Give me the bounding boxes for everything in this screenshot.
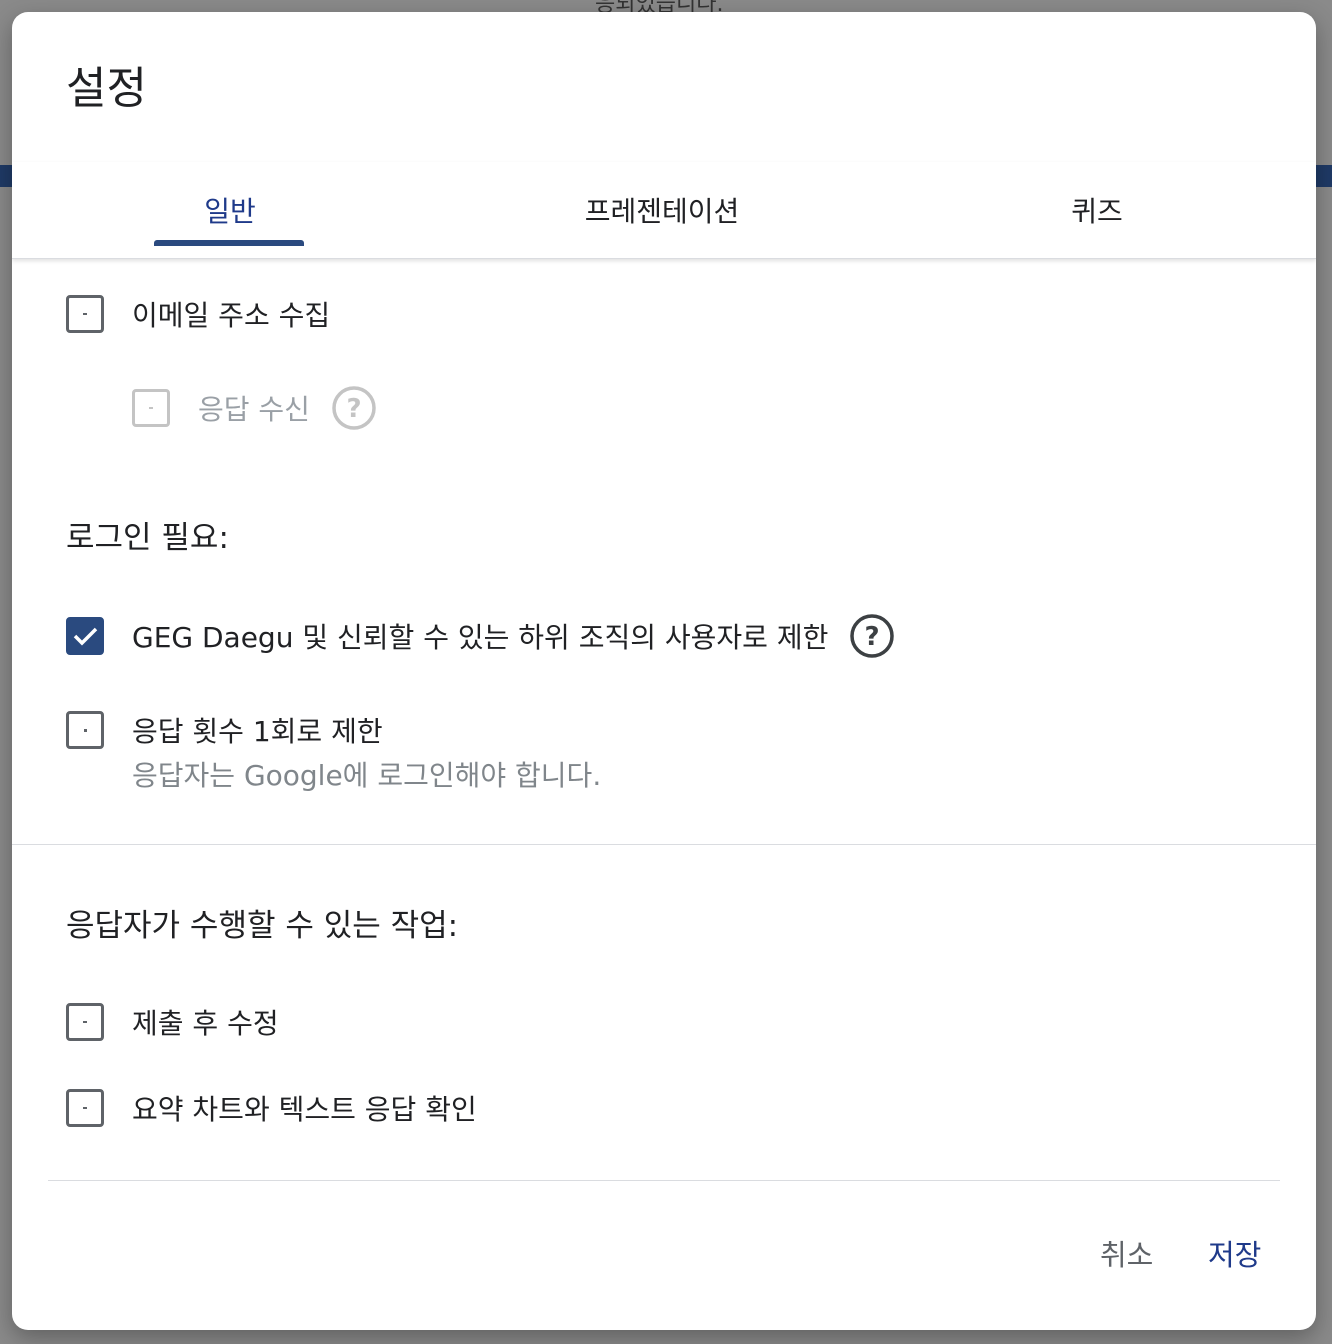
edit-after-submit-label: 제출 후 수정: [132, 1007, 279, 1040]
collect-email-label: 이메일 주소 수집: [132, 299, 331, 332]
see-summary-checkbox[interactable]: [66, 1089, 104, 1127]
response-receipt-option: 응답 수신 ?: [132, 386, 376, 430]
tab-quiz[interactable]: 퀴즈: [1012, 162, 1182, 258]
response-receipt-label: 응답 수신: [198, 393, 310, 426]
limit-one-response-checkbox[interactable]: [66, 711, 104, 749]
limit-one-response-sublabel: 응답자는 Google에 로그인해야 합니다.: [132, 759, 602, 792]
restrict-users-label: GEG Daegu 및 신뢰할 수 있는 하위 조직의 사용자로 제한: [132, 621, 829, 654]
login-required-heading: 로그인 필요:: [66, 520, 229, 556]
see-summary-option: 요약 차트와 텍스트 응답 확인: [66, 1088, 477, 1128]
footer-divider: [48, 1180, 1280, 1181]
active-tab-indicator: [154, 240, 304, 246]
collect-email-option: 이메일 주소 수집: [66, 294, 330, 334]
section-divider: [12, 844, 1316, 845]
help-icon[interactable]: ?: [332, 386, 376, 430]
settings-dialog: 설정 일반 프레젠테이션 퀴즈 이메일 주소 수집 응답 수신 ? 로그인 필요…: [12, 12, 1316, 1330]
svg-text:?: ?: [865, 622, 880, 652]
restrict-users-checkbox[interactable]: [66, 617, 104, 655]
see-summary-label: 요약 차트와 텍스트 응답 확인: [132, 1093, 477, 1126]
background-header-bar: [0, 165, 12, 187]
edit-after-submit-checkbox[interactable]: [66, 1003, 104, 1041]
restrict-users-option: GEG Daegu 및 신뢰할 수 있는 하위 조직의 사용자로 제한 ?: [66, 614, 895, 658]
limit-one-response-label: 응답 횟수 1회로 제한: [132, 715, 383, 748]
cancel-button[interactable]: 취소: [1100, 1232, 1153, 1274]
svg-text:?: ?: [346, 394, 361, 424]
edit-after-submit-option: 제출 후 수정: [66, 1002, 279, 1042]
limit-one-response-option: 응답 횟수 1회로 제한: [66, 710, 383, 750]
dialog-title: 설정: [66, 63, 147, 114]
collect-email-checkbox[interactable]: [66, 295, 104, 333]
help-icon[interactable]: ?: [850, 614, 895, 658]
response-receipt-checkbox[interactable]: [132, 389, 170, 427]
tab-presentation[interactable]: 프레젠테이션: [532, 162, 792, 258]
check-icon: [73, 627, 98, 646]
background-header-bar: [1316, 165, 1332, 187]
save-button[interactable]: 저장: [1208, 1232, 1261, 1274]
respondent-actions-heading: 응답자가 수행할 수 있는 작업:: [66, 908, 459, 944]
